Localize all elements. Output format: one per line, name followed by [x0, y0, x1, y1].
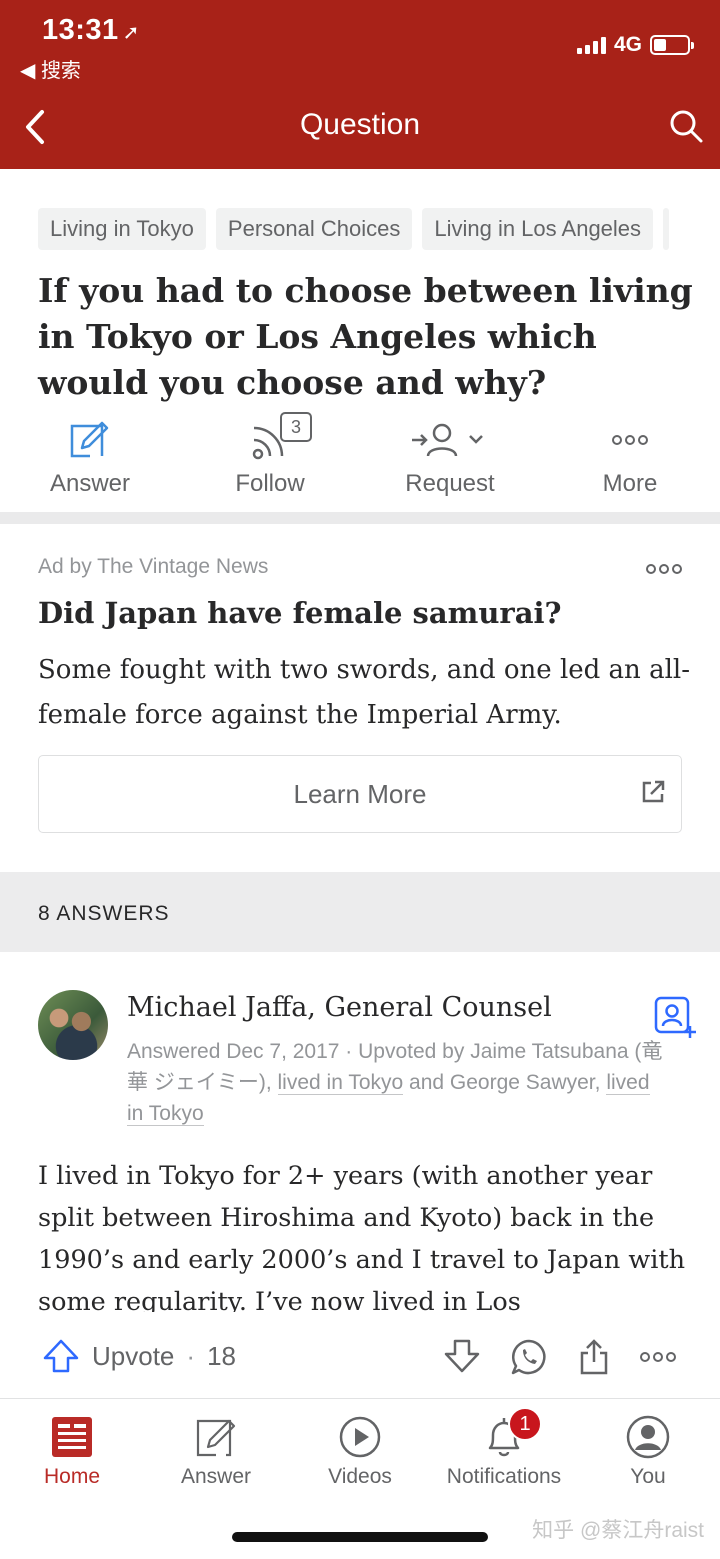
profile-avatar-icon	[626, 1415, 670, 1459]
answers-count: 8 ANSWERS	[38, 902, 170, 925]
request-button-label: Request	[405, 470, 495, 497]
upvote-label: Upvote	[92, 1340, 175, 1371]
follow-button-label: Follow	[235, 470, 305, 497]
home-feed-icon	[52, 1417, 92, 1457]
upvote-count: 18	[207, 1340, 236, 1371]
answer-button[interactable]: Answer	[0, 412, 180, 498]
follow-count-badge: 3	[280, 412, 312, 442]
tab-answer-label: Answer	[180, 1465, 252, 1488]
battery-icon	[650, 35, 694, 55]
upvote-separator: ·	[186, 1340, 196, 1371]
question-actions: Answer 3 Follow Request More	[0, 412, 720, 512]
tab-videos[interactable]: Videos	[288, 1415, 432, 1489]
status-indicators: 4G	[576, 33, 694, 57]
divider	[0, 512, 720, 524]
topic-chip[interactable]: Living in Los Angeles	[422, 208, 654, 250]
answer-actions: Upvote · 18	[0, 1330, 720, 1390]
learn-more-label: Learn More	[293, 779, 427, 809]
avatar[interactable]	[38, 990, 108, 1060]
status-time: 13:31 ➚	[42, 14, 140, 46]
follow-button[interactable]: 3 Follow	[180, 412, 360, 498]
learn-more-button[interactable]: Learn More	[38, 755, 682, 833]
credential-link[interactable]: lived in Tokyo	[277, 1071, 404, 1095]
topic-chips: Living in Tokyo Personal Choices Living …	[38, 208, 670, 250]
ad-title[interactable]: Did Japan have female samurai?	[38, 596, 562, 630]
topic-chip-overflow[interactable]	[663, 208, 670, 250]
tab-answer[interactable]: Answer	[144, 1415, 288, 1489]
follow-user-icon[interactable]	[654, 996, 698, 1040]
whatsapp-icon[interactable]	[510, 1338, 548, 1376]
tab-notifications-label: Notifications	[446, 1465, 562, 1488]
page-title: Question	[299, 108, 421, 141]
tab-you-label: You	[630, 1465, 666, 1488]
answers-header: 8 ANSWERS	[0, 872, 720, 952]
search-icon[interactable]	[668, 108, 704, 144]
answer-meta: Answered Dec 7, 2017 · Upvoted by Jaime …	[127, 1036, 667, 1129]
header: 13:31 ➚ ◀ 搜索 4G Question	[0, 0, 720, 169]
ad-more-icon[interactable]	[646, 564, 682, 574]
tab-home[interactable]: Home	[0, 1415, 144, 1489]
signal-icon	[576, 36, 606, 54]
ad-sponsor[interactable]: Ad by The Vintage News	[38, 555, 268, 579]
tab-videos-label: Videos	[328, 1465, 392, 1488]
downvote-arrow-icon[interactable]	[443, 1338, 481, 1374]
answer-body[interactable]: I lived in Tokyo for 2+ years (with anot…	[38, 1155, 698, 1312]
ad-body: Some fought with two swords, and one led…	[38, 655, 690, 730]
answer-meta-text: and George Sawyer,	[403, 1071, 607, 1094]
play-circle-icon	[339, 1416, 381, 1458]
back-to-app[interactable]: ◀ 搜索	[20, 54, 81, 83]
notification-badge: 1	[508, 1407, 542, 1441]
more-dots-icon	[540, 418, 720, 462]
tab-home-label: Home	[43, 1465, 101, 1488]
pencil-icon	[196, 1419, 236, 1457]
watermark: 知乎 @蔡江舟raist	[532, 1519, 704, 1542]
external-link-icon	[642, 780, 665, 803]
author-name[interactable]: Michael Jaffa, General Counsel	[127, 992, 552, 1023]
share-icon[interactable]	[578, 1338, 610, 1376]
topic-chip[interactable]: Living in Tokyo	[38, 208, 206, 250]
question-title: If you had to choose between living in T…	[38, 271, 693, 402]
more-button-label: More	[602, 470, 658, 497]
tab-notifications[interactable]: 1 Notifications	[432, 1407, 576, 1489]
upvote-arrow-icon	[43, 1339, 79, 1373]
home-indicator	[232, 1532, 488, 1542]
request-person-icon	[412, 423, 483, 457]
more-button[interactable]: More	[540, 412, 720, 498]
answer-more-icon[interactable]	[640, 1352, 676, 1362]
network-type: 4G	[613, 33, 642, 56]
back-to-app-label: 搜索	[40, 60, 81, 82]
topic-chip[interactable]: Personal Choices	[215, 208, 413, 250]
location-arrow-icon: ➚	[122, 22, 140, 44]
pencil-icon	[70, 421, 109, 458]
upvote-button[interactable]: Upvote · 18	[42, 1338, 236, 1374]
answer-button-label: Answer	[49, 470, 131, 497]
request-button[interactable]: Request	[360, 412, 540, 498]
tab-you[interactable]: You	[576, 1415, 720, 1489]
